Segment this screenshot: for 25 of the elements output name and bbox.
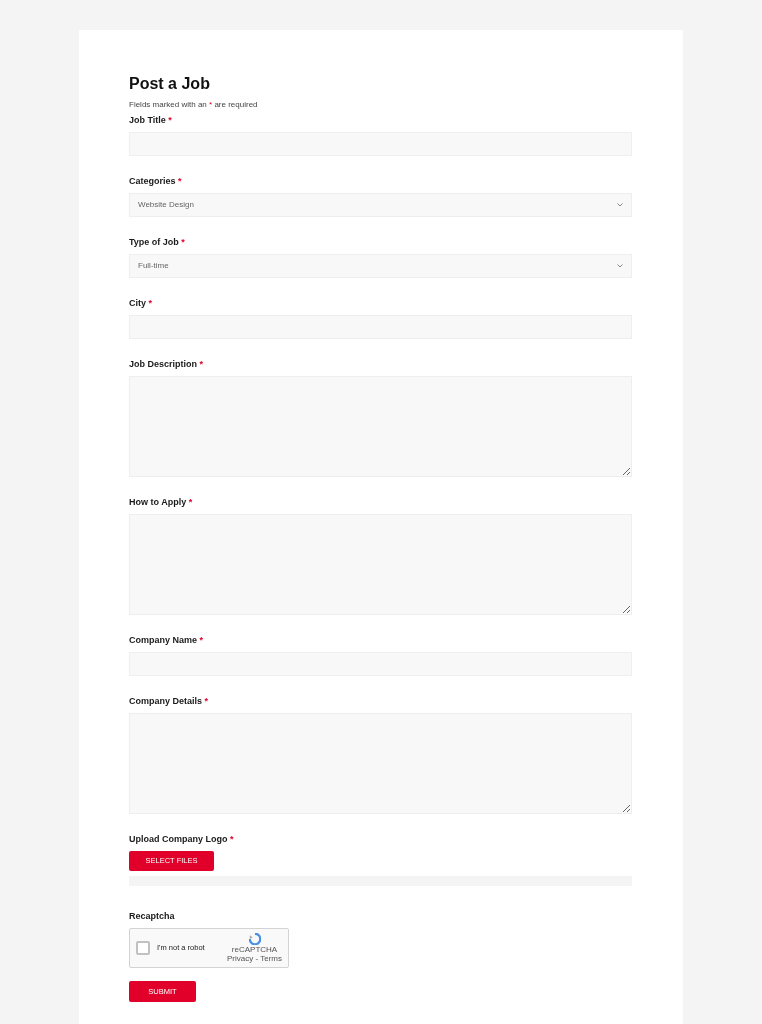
chevron-down-icon bbox=[617, 203, 623, 207]
field-label: Type of Job * bbox=[129, 236, 186, 248]
textarea-field[interactable] bbox=[129, 376, 632, 477]
recaptcha-checkbox[interactable] bbox=[136, 941, 150, 955]
textarea-field[interactable] bbox=[129, 514, 632, 615]
field-label: Recaptcha bbox=[129, 910, 176, 922]
field-label: City * bbox=[129, 297, 154, 309]
field-label: Job Title * bbox=[129, 114, 173, 126]
select-value: Website Design bbox=[138, 199, 194, 211]
recaptcha-logo-icon bbox=[248, 933, 261, 945]
textarea-field[interactable] bbox=[129, 713, 632, 814]
select-field[interactable]: Website Design bbox=[129, 193, 632, 217]
field-label: Company Details * bbox=[129, 695, 210, 707]
recaptcha-links[interactable]: Privacy - Terms bbox=[227, 954, 282, 963]
select-field[interactable]: Full-time bbox=[129, 254, 632, 278]
field-label: Categories * bbox=[129, 175, 183, 187]
field-label: Job Description * bbox=[129, 358, 205, 370]
select-value: Full-time bbox=[138, 260, 169, 272]
field-label: How to Apply * bbox=[129, 496, 194, 508]
field-label: Upload Company Logo * bbox=[129, 833, 235, 845]
required-note: Fields marked with an * are required bbox=[129, 100, 259, 110]
chevron-down-icon bbox=[617, 264, 623, 268]
recaptcha-brand: reCAPTCHA bbox=[231, 945, 278, 954]
field-label: Company Name * bbox=[129, 634, 205, 646]
page-title: Post a Job bbox=[129, 74, 211, 94]
